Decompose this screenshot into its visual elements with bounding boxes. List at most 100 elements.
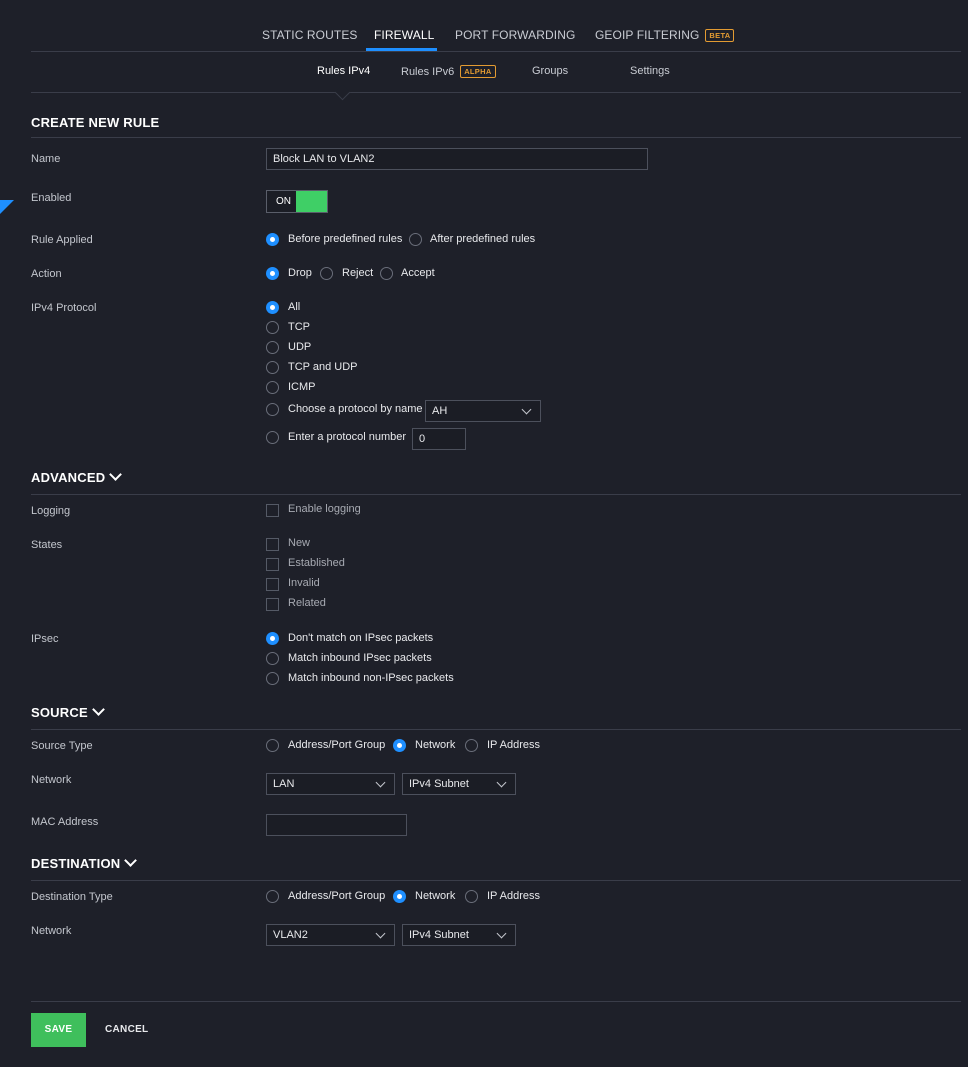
destination-type-label: Destination Type <box>31 891 113 903</box>
chevron-down-icon <box>124 854 138 867</box>
source-type-group-radio[interactable] <box>266 739 279 752</box>
rule-applied-label: Rule Applied <box>31 234 93 246</box>
rule-applied-after-radio[interactable] <box>409 233 422 246</box>
enable-logging-label: Enable logging <box>288 503 361 515</box>
protocol-name-select[interactable]: AH <box>425 400 541 422</box>
action-drop-radio[interactable] <box>266 267 279 280</box>
ipsec-inbound-radio[interactable] <box>266 652 279 665</box>
protocol-udp-label: UDP <box>288 341 312 353</box>
name-label: Name <box>31 153 61 165</box>
source-type-network-radio[interactable] <box>393 739 406 752</box>
chevron-down-icon <box>109 468 123 481</box>
tab-geoip-filtering[interactable]: GEOIP FILTERING BETA <box>595 28 735 42</box>
toggle-knob <box>296 191 327 212</box>
beta-badge: BETA <box>705 29 735 42</box>
protocol-icmp-radio[interactable] <box>266 381 279 394</box>
protocol-by-number-radio[interactable] <box>266 431 279 444</box>
ipsec-label: IPsec <box>31 633 59 645</box>
protocol-all-radio[interactable] <box>266 301 279 314</box>
action-reject-radio[interactable] <box>320 267 333 280</box>
rule-name-input[interactable]: Block LAN to VLAN2 <box>266 148 648 170</box>
enable-logging-checkbox[interactable] <box>266 504 279 517</box>
mac-address-input[interactable] <box>266 814 407 836</box>
subtab-settings[interactable]: Settings <box>630 65 670 77</box>
divider <box>31 51 961 52</box>
source-network-label: Network <box>31 774 72 786</box>
mac-address-label: MAC Address <box>31 816 99 828</box>
save-button[interactable]: SAVE <box>31 1013 86 1047</box>
protocol-number-input[interactable]: 0 <box>412 428 466 450</box>
protocol-tcp-radio[interactable] <box>266 321 279 334</box>
state-established-checkbox[interactable] <box>266 558 279 571</box>
tab-port-forwarding[interactable]: PORT FORWARDING <box>455 28 575 42</box>
destination-type-network-label: Network <box>415 890 456 902</box>
state-established-label: Established <box>288 557 345 569</box>
tab-firewall[interactable]: FIREWALL <box>374 28 434 42</box>
toggle-state-label: ON <box>276 196 291 207</box>
destination-subnet-select[interactable]: IPv4 Subnet <box>402 924 516 946</box>
destination-type-group-radio[interactable] <box>266 890 279 903</box>
chevron-down-icon <box>496 777 507 788</box>
source-network-value: LAN <box>273 778 295 790</box>
destination-type-ip-label: IP Address <box>487 890 540 902</box>
subtab-rules-ipv6[interactable]: Rules IPv6 ALPHA <box>401 65 496 78</box>
chevron-down-icon <box>91 703 105 716</box>
chevron-down-icon <box>496 928 507 939</box>
action-reject-label: Reject <box>342 267 374 279</box>
panel-marker <box>0 200 14 214</box>
source-type-ip-radio[interactable] <box>465 739 478 752</box>
chevron-down-icon <box>375 777 386 788</box>
protocol-tcp-udp-radio[interactable] <box>266 361 279 374</box>
source-subnet-select[interactable]: IPv4 Subnet <box>402 773 516 795</box>
protocol-tcp-label: TCP <box>288 321 310 333</box>
section-title-advanced[interactable]: ADVANCED <box>31 468 123 485</box>
chevron-down-icon <box>375 928 386 939</box>
alpha-badge: ALPHA <box>460 65 496 78</box>
ipsec-inbound-non-label: Match inbound non-IPsec packets <box>288 672 454 684</box>
destination-type-ip-radio[interactable] <box>465 890 478 903</box>
destination-type-network-radio[interactable] <box>393 890 406 903</box>
ipsec-dont-match-radio[interactable] <box>266 632 279 645</box>
rule-applied-before-radio[interactable] <box>266 233 279 246</box>
protocol-label: IPv4 Protocol <box>31 302 97 314</box>
cancel-button[interactable]: CANCEL <box>105 1024 148 1035</box>
protocol-name-value: AH <box>432 405 448 417</box>
destination-type-group-label: Address/Port Group <box>288 890 386 902</box>
destination-network-value: VLAN2 <box>273 929 308 941</box>
subtab-groups[interactable]: Groups <box>532 65 568 77</box>
source-type-ip-label: IP Address <box>487 739 540 751</box>
divider <box>31 137 961 138</box>
tab-static-routes[interactable]: STATIC ROUTES <box>262 28 358 42</box>
section-title-source[interactable]: SOURCE <box>31 703 105 720</box>
source-network-select[interactable]: LAN <box>266 773 395 795</box>
chevron-down-icon <box>521 404 532 415</box>
protocol-udp-radio[interactable] <box>266 341 279 354</box>
section-title-destination[interactable]: DESTINATION <box>31 854 138 871</box>
source-type-group-label: Address/Port Group <box>288 739 386 751</box>
section-title-create: CREATE NEW RULE <box>31 115 160 130</box>
advanced-title-text: ADVANCED <box>31 470 106 485</box>
state-invalid-label: Invalid <box>288 577 320 589</box>
destination-network-select[interactable]: VLAN2 <box>266 924 395 946</box>
state-new-checkbox[interactable] <box>266 538 279 551</box>
destination-title-text: DESTINATION <box>31 856 121 871</box>
protocol-icmp-label: ICMP <box>288 381 316 393</box>
subtab-rules-ipv4[interactable]: Rules IPv4 <box>317 65 370 77</box>
state-invalid-checkbox[interactable] <box>266 578 279 591</box>
source-title-text: SOURCE <box>31 705 88 720</box>
protocol-by-number-label: Enter a protocol number <box>288 431 407 443</box>
divider <box>31 880 961 881</box>
logging-label: Logging <box>31 505 71 517</box>
action-drop-label: Drop <box>288 267 312 279</box>
protocol-by-name-radio[interactable] <box>266 403 279 416</box>
protocol-tcp-udp-label: TCP and UDP <box>288 361 358 373</box>
divider <box>31 494 961 495</box>
state-related-checkbox[interactable] <box>266 598 279 611</box>
enabled-toggle[interactable]: ON <box>266 190 328 213</box>
ipsec-inbound-non-radio[interactable] <box>266 672 279 685</box>
action-accept-radio[interactable] <box>380 267 393 280</box>
source-type-label: Source Type <box>31 740 93 752</box>
action-accept-label: Accept <box>401 267 435 279</box>
states-label: States <box>31 539 63 551</box>
destination-network-label: Network <box>31 925 72 937</box>
